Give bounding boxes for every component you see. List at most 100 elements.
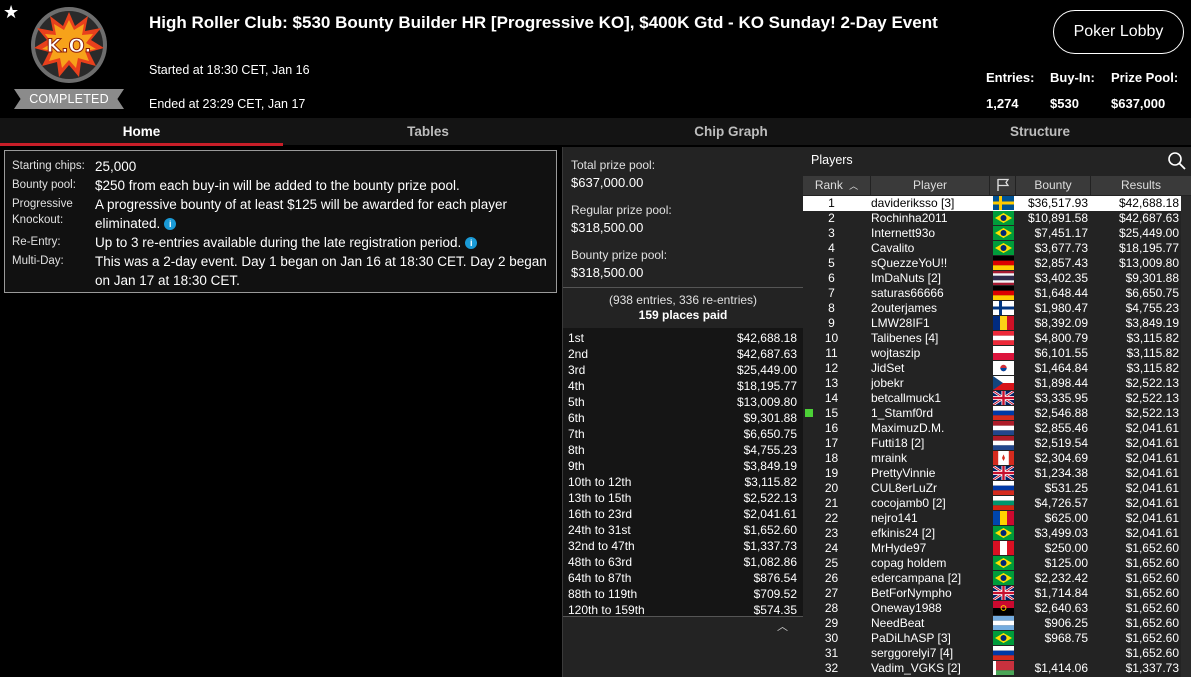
player-result: $2,522.13 (1125, 391, 1179, 405)
player-row[interactable]: 7 saturas66666 $1,648.44 $6,650.75 (803, 286, 1191, 301)
player-row[interactable]: 28 Oneway1988 $2,640.63 $1,652.60 (803, 601, 1191, 616)
player-row[interactable]: 11 wojtaszip $6,101.55 $3,115.82 (803, 346, 1191, 361)
prizepool-value: $637,000 (1111, 96, 1166, 111)
player-row[interactable]: 18 mraink $2,304.69 $2,041.61 (803, 451, 1191, 466)
player-row[interactable]: 3 Internett93o $7,451.17 $25,449.00 (803, 226, 1191, 241)
player-row[interactable]: 25 copag holdem $125.00 $1,652.60 (803, 556, 1191, 571)
tournament-info-box: Starting chips: 25,000 Bounty pool: $250… (4, 150, 557, 293)
payout-list[interactable]: 1st $42,688.18 2nd $42,687.63 3rd $25,449.00 4… (563, 328, 803, 617)
player-rank: 22 (824, 511, 839, 525)
player-rank: 27 (824, 586, 839, 600)
column-results[interactable]: Results (1091, 176, 1191, 195)
player-row[interactable]: 13 jobekr $1,898.44 $2,522.13 (803, 376, 1191, 391)
player-name: cocojamb0 [2] (871, 496, 946, 510)
player-row[interactable]: 10 Talibenes [4] $4,800.79 $3,115.82 (803, 331, 1191, 346)
info-icon[interactable]: i (465, 237, 478, 249)
player-name: LMW28IF1 (871, 316, 930, 330)
player-row[interactable]: 6 ImDaNuts [2] $3,402.35 $9,301.88 (803, 271, 1191, 286)
info-label: Bounty pool: (12, 179, 76, 191)
player-rank: 28 (824, 601, 839, 615)
player-row[interactable]: 19 PrettyVinnie $1,234.38 $2,041.61 (803, 464, 1191, 482)
info-value: $250 from each buy-in will be added to t… (95, 178, 460, 193)
payout-amount: $25,449.00 (736, 363, 797, 377)
player-name: Futti18 [2] (871, 436, 925, 450)
player-result: $3,115.82 (1126, 361, 1180, 375)
player-name: ImDaNuts [2] (871, 271, 942, 285)
player-row[interactable]: 5 sQuezzeYoU!! $2,857.43 $13,009.80 (803, 256, 1191, 271)
player-name: mraink (871, 451, 908, 465)
player-name: sQuezzeYoU!! (871, 256, 948, 270)
player-bounty: $2,857.43 (1034, 256, 1088, 270)
player-row[interactable]: 15 1_Stamf0rd $2,546.88 $2,522.13 (803, 406, 1191, 421)
player-result: $42,687.63 (1118, 211, 1179, 225)
tab-tables[interactable]: Tables (283, 118, 573, 145)
player-row[interactable]: 32 Vadim_VGKS [2] $1,414.06 $1,337.73 (803, 661, 1191, 676)
poker-lobby-button[interactable]: Poker Lobby (1053, 10, 1184, 54)
column-flag[interactable] (990, 176, 1016, 195)
player-rank: 2 (828, 211, 835, 225)
column-bounty[interactable]: Bounty (1016, 176, 1091, 195)
player-result: $9,301.88 (1125, 271, 1179, 285)
player-row[interactable]: 31 serggorelyi7 [4] $1,652.60 (803, 646, 1191, 661)
tab-structure[interactable]: Structure (889, 118, 1191, 145)
info-value: 25,000 (95, 159, 137, 174)
column-rank[interactable]: Rank ︿ (803, 176, 871, 195)
active-tab-indicator (0, 143, 283, 146)
player-result: $6,650.75 (1125, 286, 1179, 300)
player-row[interactable]: 20 CUL8erLuZr $531.25 $2,041.61 (803, 481, 1191, 496)
info-label: Starting chips: (12, 160, 85, 172)
player-row[interactable]: 9 LMW28IF1 $8,392.09 $3,849.19 (803, 316, 1191, 331)
player-bounty: $1,464.84 (1034, 361, 1088, 375)
column-player[interactable]: Player (871, 176, 990, 195)
player-result: $2,041.61 (1125, 526, 1179, 540)
player-row[interactable]: 21 cocojamb0 [2] $4,726.57 $2,041.61 (803, 496, 1191, 511)
payout-place: 64th to 87th (568, 571, 632, 585)
gb-flag-icon (992, 389, 1015, 407)
bg-flag-icon (993, 496, 1014, 510)
player-bounty: $2,304.69 (1034, 451, 1088, 465)
by-flag-icon (993, 661, 1014, 675)
player-row[interactable]: 26 edercampana [2] $2,232.42 $1,652.60 (803, 571, 1191, 586)
tab-bar: Home Tables Chip Graph Structure (0, 118, 1191, 146)
player-result: $2,041.61 (1125, 436, 1179, 450)
player-result: $4,755.23 (1125, 301, 1179, 315)
payout-place: 7th (568, 427, 585, 441)
player-row[interactable]: 24 MrHyde97 $250.00 $1,652.60 (803, 541, 1191, 556)
player-bounty: $8,392.09 (1034, 316, 1088, 330)
player-row[interactable]: 8 2outerjames $1,980.47 $4,755.23 (803, 301, 1191, 316)
player-row[interactable]: 17 Futti18 [2] $2,519.54 $2,041.61 (803, 436, 1191, 451)
player-rank: 32 (824, 661, 839, 675)
player-row[interactable]: 4 Cavalito $3,677.73 $18,195.77 (803, 241, 1191, 256)
player-name: Internett93o (871, 226, 936, 240)
player-result: $42,688.18 (1118, 196, 1179, 210)
entries-label: Entries: (986, 70, 1035, 85)
tab-chip-graph[interactable]: Chip Graph (573, 118, 889, 145)
svg-text:K.O.: K.O. (47, 35, 92, 57)
payout-amount: $6,650.75 (743, 427, 797, 441)
player-bounty: $1,414.06 (1034, 661, 1088, 675)
player-rank: 12 (824, 361, 839, 375)
player-row[interactable]: 22 nejro141 $625.00 $2,041.61 (803, 511, 1191, 526)
tab-home[interactable]: Home (0, 118, 283, 145)
scrollbar[interactable] (1181, 196, 1191, 677)
player-bounty: $1,980.47 (1034, 301, 1088, 315)
chevron-up-icon[interactable]: ︿ (777, 618, 788, 634)
player-row[interactable]: 27 BetForNympho $1,714.84 $1,652.60 (803, 584, 1191, 602)
favorite-star-icon[interactable]: ★ (3, 3, 19, 21)
player-row[interactable]: 16 MaximuzD.M. $2,855.46 $2,041.61 (803, 421, 1191, 436)
player-row[interactable]: 2 Rochinha2011 $10,891.58 $42,687.63 (803, 211, 1191, 226)
de-flag-icon (993, 256, 1014, 270)
player-bounty: $625.00 (1044, 511, 1088, 525)
player-bounty: $2,232.42 (1034, 571, 1088, 585)
search-icon[interactable] (1167, 151, 1187, 171)
payout-place: 6th (568, 411, 585, 425)
br-flag-icon (993, 526, 1014, 540)
info-icon[interactable]: i (164, 218, 177, 230)
player-name: jobekr (871, 376, 904, 390)
player-row[interactable]: 12 JidSet $1,464.84 $3,115.82 (803, 361, 1191, 376)
player-row[interactable]: 30 PaDiLhASP [3] $968.75 $1,652.60 (803, 631, 1191, 646)
player-row[interactable]: 23 efkinis24 [2] $3,499.03 $2,041.61 (803, 526, 1191, 541)
player-row[interactable]: 1 davideriksso [3] $36,517.93 $42,688.18 (803, 196, 1191, 211)
player-row[interactable]: 14 betcallmuck1 $3,335.95 $2,522.13 (803, 389, 1191, 407)
player-row[interactable]: 29 NeedBeat $906.25 $1,652.60 (803, 616, 1191, 631)
